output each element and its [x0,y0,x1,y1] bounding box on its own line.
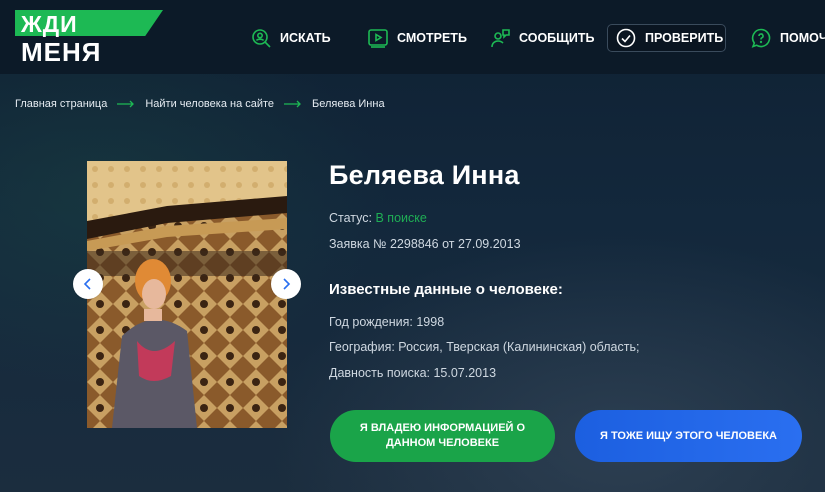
check-circle-icon [615,27,637,49]
chevron-left-icon [83,278,91,290]
nav-label: СМОТРЕТЬ [397,31,467,45]
person-photo[interactable] [87,161,287,428]
breadcrumb-home[interactable]: Главная страница [15,98,107,110]
breadcrumb-search[interactable]: Найти человека на сайте [145,98,274,110]
site-header: ЖДИ МЕНЯ ИСКАТЬ СМОТРЕТЬ СООБЩИТЬ ПРОВЕР… [0,0,825,74]
status-label: Статус: [329,211,372,225]
nav-item-help[interactable]: ПОМОЧЬ [750,26,825,50]
nav-item-report[interactable]: СООБЩИТЬ [489,26,595,50]
video-play-icon [367,27,389,49]
status-line: Статус: В поиске [329,211,427,225]
breadcrumb: Главная страница Найти человека на сайте… [15,98,385,110]
nav-label: ПОМОЧЬ [780,31,825,45]
main-nav: ИСКАТЬ СМОТРЕТЬ СООБЩИТЬ ПРОВЕРИТЬ ПОМОЧ [0,0,825,74]
person-name: Беляева Инна [329,160,520,190]
breadcrumb-current: Беляева Инна [312,98,385,110]
report-person-icon [489,27,511,49]
nav-item-check[interactable]: ПРОВЕРИТЬ [615,26,723,50]
status-badge: В поиске [375,211,427,225]
arrow-right-icon [117,100,135,108]
have-info-label: Я владею информацией о данном человеке [359,422,526,449]
search-age: Давность поиска: 15.07.2013 [329,366,497,380]
arrow-right-icon [284,100,301,108]
photo-next-button[interactable] [271,269,301,299]
nav-label: СООБЩИТЬ [519,31,595,45]
search-person-icon [250,27,272,49]
birth-year: Год рождения: 1998 [329,315,445,329]
also-search-button[interactable]: Я тоже ищу этого человека [575,410,802,462]
known-data-heading: Известные данные о человеке: [329,281,563,298]
have-info-button[interactable]: Я владею информацией о данном человеке [330,410,555,462]
nav-item-search[interactable]: ИСКАТЬ [250,26,331,50]
nav-label: ИСКАТЬ [280,31,331,45]
request-number: Заявка № 2298846 от 27.09.2013 [329,237,521,251]
also-search-label: Я тоже ищу этого человека [600,429,777,442]
help-bubble-icon [750,27,772,49]
photo-prev-button[interactable] [73,269,103,299]
geography: География: Россия, Тверская (Калининская… [329,340,640,354]
chevron-right-icon [283,278,291,290]
nav-label: ПРОВЕРИТЬ [645,31,724,45]
nav-item-watch[interactable]: СМОТРЕТЬ [367,26,467,50]
